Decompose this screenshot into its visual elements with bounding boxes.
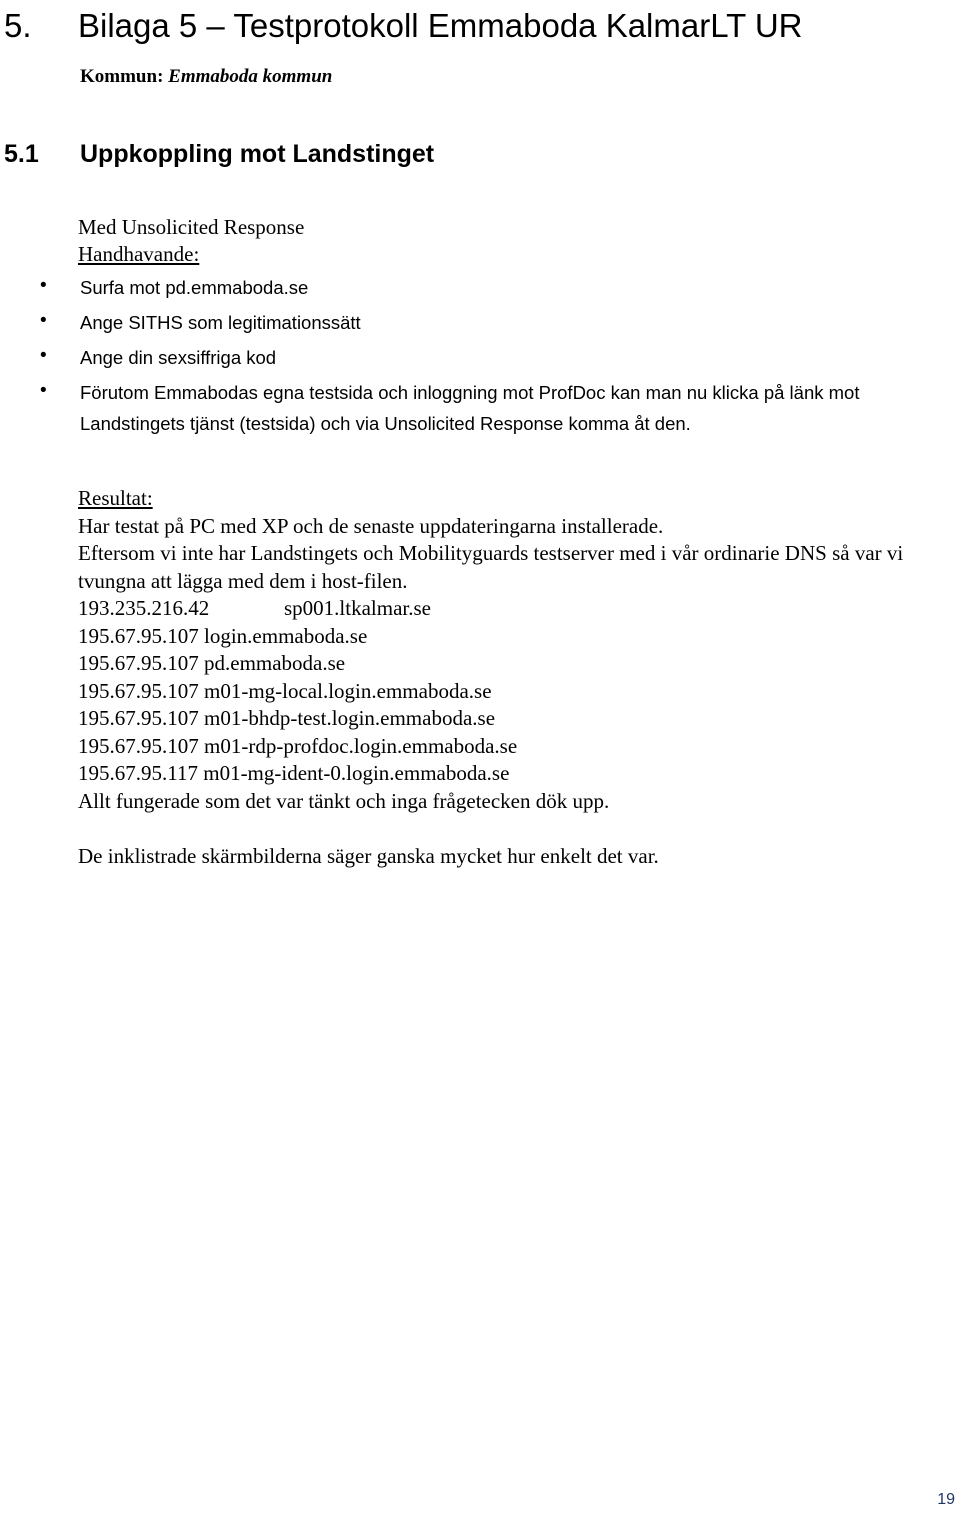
host-entry: 195.67.95.107 login.emmaboda.se (78, 623, 928, 651)
page-title: 5. Bilaga 5 – Testprotokoll Emmaboda Kalm… (4, 6, 954, 46)
host-ip: 195.67.95.107 (78, 733, 199, 758)
host-ip: 195.67.95.107 (78, 678, 199, 703)
kommun-value: Emmaboda kommun (168, 66, 333, 87)
list-item: Ange SITHS som legitimationssätt (0, 305, 920, 338)
section-heading: 5.1 Uppkoppling mot Landstinget (4, 138, 904, 170)
host-ip: 195.67.95.117 (78, 761, 198, 785)
page-title-text: Bilaga 5 – Testprotokoll Emmaboda Kalmar… (78, 7, 803, 44)
result-paragraph-1: Har testat på PC med XP och de senaste u… (78, 513, 664, 538)
list-item: Förutom Emmabodas egna testsida och inlo… (0, 375, 920, 439)
host-name: login.emmaboda.se (204, 623, 368, 648)
host-ip: 195.67.95.107 (78, 651, 199, 675)
result-heading: Resultat: (78, 486, 153, 510)
host-entry: 195.67.95.107 m01-bhdp-test.login.emmabo… (78, 705, 928, 733)
host-entry: 195.67.95.107 m01-rdp-profdoc.login.emma… (78, 733, 928, 761)
kommun-line: Kommun: Emmaboda kommun (80, 65, 332, 89)
host-entry: 195.67.95.107 pd.emmaboda.se (78, 650, 928, 678)
result-paragraph-2: Eftersom vi inte har Landstingets och Mo… (78, 541, 904, 593)
host-name: m01-bhdp-test.login.emmaboda.se (204, 706, 496, 730)
kommun-label: Kommun: (80, 66, 164, 87)
page-number: 19 (937, 1491, 955, 1508)
intro-line-handhavande: Handhavande: (78, 242, 200, 266)
host-name: pd.emmaboda.se (204, 651, 346, 675)
host-ip: 195.67.95.107 (78, 706, 199, 730)
list-item: Surfa mot pd.emmaboda.se (0, 270, 920, 303)
list-item: Ange din sexsiffriga kod (0, 340, 920, 373)
host-entry: 195.67.95.107 m01-mg-local.login.emmabod… (78, 678, 928, 706)
result-block: Resultat: Har testat på PC med XP och de… (78, 485, 928, 870)
host-ip: 195.67.95.107 (78, 623, 199, 648)
section-heading-text: Uppkoppling mot Landstinget (80, 140, 435, 168)
handhavande-bullet-list: Surfa mot pd.emmaboda.se Ange SITHS som … (0, 270, 920, 443)
host-entry: 193.235.216.42 sp001.ltkalmar.se (78, 595, 928, 623)
host-entry: 195.67.95.117 m01-mg-ident-0.login.emmab… (78, 760, 928, 788)
result-footnote: De inklistrade skärmbilderna säger gansk… (78, 843, 659, 868)
host-name: m01-mg-local.login.emmaboda.se (204, 678, 492, 703)
host-name: m01-rdp-profdoc.login.emmaboda.se (204, 733, 518, 758)
section-number: 5.1 (4, 140, 39, 168)
page-title-number: 5. (4, 7, 32, 44)
host-name: sp001.ltkalmar.se (284, 596, 431, 620)
host-name: m01-mg-ident-0.login.emmaboda.se (203, 761, 510, 785)
document-page: 5. Bilaga 5 – Testprotokoll Emmaboda Kalm… (0, 0, 960, 1520)
host-ip: 193.235.216.42 (78, 596, 210, 620)
result-closing-line: Allt fungerade som det var tänkt och ing… (78, 788, 610, 813)
intro-line-med-unsolicited-response: Med Unsolicited Response (78, 215, 305, 239)
